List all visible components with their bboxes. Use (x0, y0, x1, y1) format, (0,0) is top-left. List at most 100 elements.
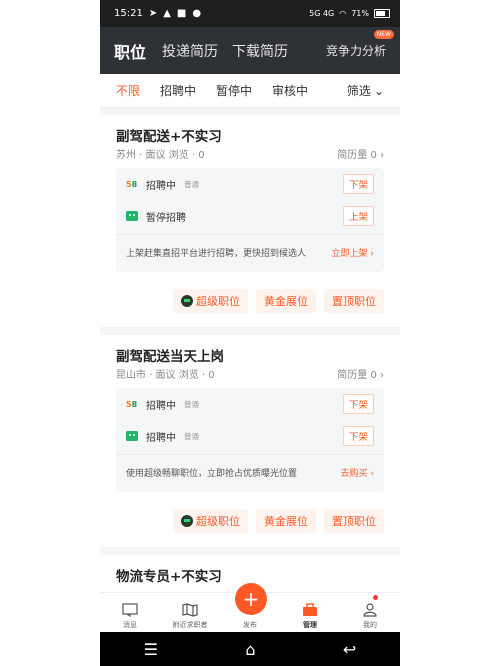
tab-label: 消息 (123, 621, 137, 629)
phone-screen: 15:21 ➤ ▲ ■ ● 5G 4G ◠ 71% 职位 投递简历 下载简历 竞… (100, 0, 400, 666)
publish-plus-button[interactable]: + (235, 583, 267, 615)
competitiveness-label: 竞争力分析 (325, 44, 386, 58)
super-position-label: 超级职位 (196, 295, 240, 308)
system-navigation-bar: ☰ ⌂ ↩ (100, 632, 400, 666)
wifi-icon: ◠ (339, 9, 347, 18)
resume-count[interactable]: 简历量 0 › (337, 366, 384, 381)
notification-icon: ▲ (163, 8, 171, 19)
battery-icon (374, 9, 390, 18)
super-icon (181, 515, 193, 527)
filter-bar: 不限 招聘中 暂停中 审核中 筛选 ⌄ (100, 74, 400, 108)
resume-count-label: 简历量 0 (337, 370, 377, 381)
map-icon (182, 603, 198, 617)
briefcase-icon (303, 603, 317, 616)
super-icon (181, 295, 193, 307)
platform-row-58: 58 招聘中 普通 下架 (116, 388, 384, 420)
job-card[interactable]: 副驾配送+不实习 苏州 · 面议 浏览 · 0 简历量 0 › 58 招聘中 普… (100, 115, 400, 327)
tab-submitted-resumes[interactable]: 投递简历 (162, 41, 218, 61)
super-position-button[interactable]: 超级职位 (173, 289, 248, 313)
filter-recruiting[interactable]: 招聘中 (160, 82, 196, 99)
publish-button[interactable]: 上架 (342, 206, 374, 226)
job-title: 副驾配送当天上岗 (116, 349, 224, 365)
promo-text: 上架赶集直招平台进行招聘，更快招到候选人 (126, 249, 307, 259)
tab-label: 管理 (303, 621, 317, 629)
ganji-logo-icon (126, 211, 138, 221)
pin-position-button[interactable]: 置顶职位 (324, 289, 384, 313)
unpublish-button[interactable]: 下架 (342, 394, 374, 414)
platform-tag: 普通 (184, 431, 199, 441)
notification-dot (373, 595, 378, 600)
promo-banner[interactable]: 使用超级畅聊职位，立即抢占优质曝光位置 去购买 › (116, 454, 384, 490)
chevron-right-icon: › (380, 370, 384, 381)
filter-label: 筛选 (346, 84, 371, 98)
resume-count[interactable]: 简历量 0 › (337, 146, 384, 161)
status-bar: 15:21 ➤ ▲ ■ ● 5G 4G ◠ 71% (100, 0, 400, 27)
battery-label: 71% (351, 9, 369, 18)
tab-positions[interactable]: 职位 (114, 39, 146, 63)
58-logo-icon: 58 (126, 179, 138, 189)
platform-status: 招聘中 (146, 180, 176, 192)
job-meta: 苏州 · 面议 浏览 · 0 (116, 150, 205, 161)
network-label: 5G 4G (309, 9, 335, 18)
chevron-right-icon: › (380, 150, 384, 161)
58-logo-icon: 58 (126, 399, 138, 409)
chevron-down-icon: ⌄ (373, 83, 384, 98)
tab-label: 附近求职者 (172, 621, 208, 629)
app-icon: ■ (176, 8, 187, 19)
chat-icon: ● (192, 8, 202, 19)
job-card[interactable]: 副驾配送当天上岗 昆山市 · 面议 浏览 · 0 简历量 0 › 58 招聘中 … (100, 335, 400, 547)
platform-list: 58 招聘中 普通 下架 招聘中 普通 下架 使用超级畅聊职位，立即抢占优质曝光… (116, 388, 384, 492)
promo-link-label: 去购买 (340, 469, 368, 479)
filter-dropdown[interactable]: 筛选 ⌄ (347, 82, 384, 99)
job-title: 物流专员+不实习 (116, 569, 222, 585)
platform-list: 58 招聘中 普通 下架 暂停招聘 上架 上架赶集直招平台进行招聘，更快招到候选… (116, 168, 384, 272)
tab-downloaded-resumes[interactable]: 下载简历 (232, 41, 288, 61)
tab-messages[interactable]: 消息 (100, 593, 160, 633)
competitiveness-analysis-button[interactable]: 竞争力分析 NEW (325, 30, 394, 59)
back-icon[interactable]: ↩ (343, 640, 356, 659)
message-icon (122, 603, 138, 617)
home-icon[interactable]: ⌂ (245, 640, 255, 659)
platform-tag: 普通 (184, 399, 199, 409)
plus-icon: + (242, 587, 260, 611)
card-actions: 超级职位 黄金展位 置顶职位 (116, 509, 384, 533)
resume-count-label: 简历量 0 (337, 150, 377, 161)
tab-manage[interactable]: 管理 (280, 593, 340, 633)
send-icon: ➤ (148, 8, 158, 19)
unpublish-button[interactable]: 下架 (342, 174, 374, 194)
promo-link-label: 立即上架 (331, 249, 368, 259)
promo-text: 使用超级畅聊职位，立即抢占优质曝光位置 (126, 469, 298, 479)
tab-nearby-seekers[interactable]: 附近求职者 (160, 593, 220, 633)
filter-all[interactable]: 不限 (116, 82, 140, 99)
promo-banner[interactable]: 上架赶集直招平台进行招聘，更快招到候选人 立即上架 › (116, 234, 384, 270)
super-position-button[interactable]: 超级职位 (173, 509, 248, 533)
platform-tag: 普通 (184, 179, 199, 189)
tab-label: 发布 (243, 621, 257, 629)
filter-paused[interactable]: 暂停中 (216, 82, 252, 99)
tab-mine[interactable]: 我的 (340, 593, 400, 633)
job-title: 副驾配送+不实习 (116, 129, 222, 145)
ganji-logo-icon (126, 431, 138, 441)
top-navigation: 职位 投递简历 下载简历 竞争力分析 NEW (100, 27, 400, 74)
job-meta: 昆山市 · 面议 浏览 · 0 (116, 370, 215, 381)
new-badge: NEW (373, 30, 394, 39)
platform-row-ganji: 暂停招聘 上架 (116, 200, 384, 232)
user-icon (363, 603, 377, 617)
unpublish-button[interactable]: 下架 (342, 426, 374, 446)
platform-row-ganji: 招聘中 普通 下架 (116, 420, 384, 452)
super-position-label: 超级职位 (196, 515, 240, 528)
platform-status: 招聘中 (146, 400, 176, 412)
golden-booth-button[interactable]: 黄金展位 (256, 289, 316, 313)
card-actions: 超级职位 黄金展位 置顶职位 (116, 289, 384, 313)
filter-reviewing[interactable]: 审核中 (272, 82, 308, 99)
platform-status: 暂停招聘 (146, 212, 186, 224)
golden-booth-button[interactable]: 黄金展位 (256, 509, 316, 533)
status-time: 15:21 (114, 8, 143, 19)
menu-icon[interactable]: ☰ (144, 640, 158, 659)
platform-status: 招聘中 (146, 432, 176, 444)
promo-link[interactable]: 去购买 › (341, 466, 374, 479)
tab-label: 我的 (363, 621, 377, 629)
pin-position-button[interactable]: 置顶职位 (324, 509, 384, 533)
promo-link[interactable]: 立即上架 › (332, 246, 374, 259)
platform-row-58: 58 招聘中 普通 下架 (116, 168, 384, 200)
